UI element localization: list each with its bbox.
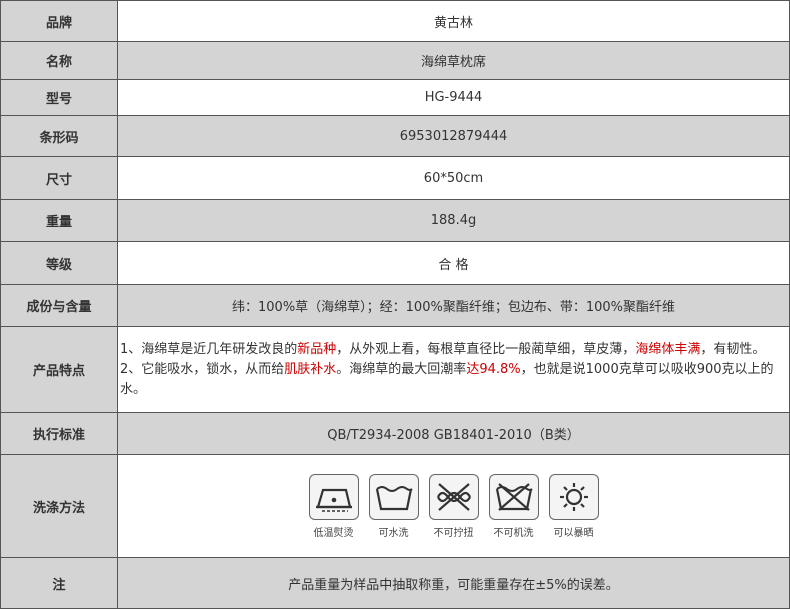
- model-label: 型号: [0, 79, 118, 116]
- row-note: 注 产品重量为样品中抽取称重，可能重量存在±5%的误差。: [0, 557, 790, 609]
- care-no-wring: 不可拧扭: [428, 473, 480, 539]
- weight-value: 188.4g: [117, 199, 790, 242]
- feature-1-highlight-b: 海绵体丰满: [635, 341, 701, 357]
- feature-1-text-a: 1、海绵草是近几年研发改良的: [120, 341, 298, 357]
- washing-value: 低温熨烫 可水洗 不可拧扭 不可机洗 可以暴晒: [117, 454, 790, 558]
- feature-line-2: 2、它能吸水，锁水，从而给肌肤补水。海绵草的最大回潮率达94.8%，也就是说10…: [120, 360, 785, 400]
- row-barcode: 条形码 6953012879444: [0, 115, 790, 157]
- grade-label: 等级: [0, 241, 118, 285]
- name-label: 名称: [0, 41, 118, 80]
- no-machine-wash-caption: 不可机洗: [493, 527, 534, 539]
- grade-value: 合 格: [117, 241, 790, 285]
- row-standard: 执行标准 QB/T2934-2008 GB18401-2010（B类）: [0, 412, 790, 455]
- barcode-value: 6953012879444: [117, 115, 790, 157]
- care-no-machine-wash: 不可机洗: [488, 473, 540, 539]
- hand-washable-caption: 可水洗: [378, 527, 409, 539]
- size-value: 60*50cm: [117, 156, 790, 200]
- weight-label: 重量: [0, 199, 118, 242]
- note-label: 注: [0, 557, 118, 609]
- size-label: 尺寸: [0, 156, 118, 200]
- no-wring-caption: 不可拧扭: [433, 527, 474, 539]
- row-grade: 等级 合 格: [0, 241, 790, 285]
- row-model: 型号 HG-9444: [0, 79, 790, 116]
- feature-2-highlight-a: 肌肤补水: [284, 361, 337, 377]
- row-washing: 洗涤方法 低温熨烫 可水洗 不可拧扭 不可机洗 可以暴晒: [0, 454, 790, 558]
- sun-icon: [548, 473, 599, 520]
- brand-value: 黄古林: [117, 0, 790, 42]
- model-value: HG-9444: [117, 79, 790, 116]
- feature-1-highlight-a: 新品种: [297, 341, 337, 357]
- features-value: 1、海绵草是近几年研发改良的新品种，从外观上看，每根草直径比一般蔺草细，草皮薄，…: [117, 326, 790, 413]
- product-spec-table: 品牌 黄古林 名称 海绵草枕席 型号 HG-9444 条形码 695301287…: [0, 0, 790, 609]
- feature-2-highlight-b: 达94.8%: [466, 361, 521, 377]
- feature-1-text-b: ，从外观上看，每根草直径比一般蔺草细，草皮薄，: [336, 341, 636, 357]
- sun-dry-caption: 可以暴晒: [553, 527, 594, 539]
- standard-value: QB/T2934-2008 GB18401-2010（B类）: [117, 412, 790, 455]
- washing-label: 洗涤方法: [0, 454, 118, 558]
- care-hand-washable: 可水洗: [368, 473, 420, 539]
- features-label: 产品特点: [0, 326, 118, 413]
- feature-1-text-c: ，有韧性。: [700, 341, 766, 357]
- row-features: 产品特点 1、海绵草是近几年研发改良的新品种，从外观上看，每根草直径比一般蔺草细…: [0, 326, 790, 413]
- care-sun-dry: 可以暴晒: [548, 473, 600, 539]
- feature-line-1: 1、海绵草是近几年研发改良的新品种，从外观上看，每根草直径比一般蔺草细，草皮薄，…: [120, 340, 785, 360]
- row-brand: 品牌 黄古林: [0, 0, 790, 42]
- composition-label: 成份与含量: [0, 284, 118, 327]
- brand-label: 品牌: [0, 0, 118, 42]
- low-temp-iron-caption: 低温熨烫: [313, 527, 354, 539]
- feature-2-text-a: 2、它能吸水，锁水，从而给: [120, 361, 285, 377]
- barcode-label: 条形码: [0, 115, 118, 157]
- no-wring-icon: [428, 473, 479, 520]
- row-weight: 重量 188.4g: [0, 199, 790, 242]
- row-size: 尺寸 60*50cm: [0, 156, 790, 200]
- composition-value: 纬：100%草（海绵草）；经：100%聚酯纤维；包边布、带：100%聚酯纤维: [117, 284, 790, 327]
- no-machine-wash-icon: [488, 473, 539, 520]
- note-value: 产品重量为样品中抽取称重，可能重量存在±5%的误差。: [117, 557, 790, 609]
- wash-tub-icon: [368, 473, 419, 520]
- row-name: 名称 海绵草枕席: [0, 41, 790, 80]
- low-temp-iron-icon: [308, 473, 359, 520]
- care-low-temp-iron: 低温熨烫: [308, 473, 360, 539]
- feature-2-text-b: 。海绵草的最大回潮率: [336, 361, 467, 377]
- name-value: 海绵草枕席: [117, 41, 790, 80]
- row-composition: 成份与含量 纬：100%草（海绵草）；经：100%聚酯纤维；包边布、带：100%…: [0, 284, 790, 327]
- standard-label: 执行标准: [0, 412, 118, 455]
- care-icons: 低温熨烫 可水洗 不可拧扭 不可机洗 可以暴晒: [118, 473, 789, 539]
